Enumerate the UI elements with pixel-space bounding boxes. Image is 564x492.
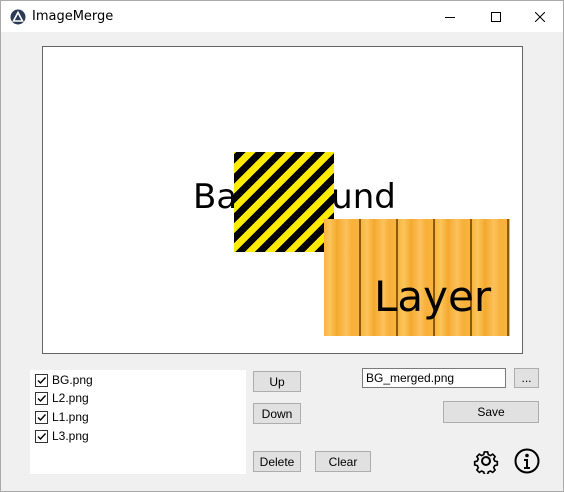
minimize-button[interactable] bbox=[427, 1, 473, 32]
list-item[interactable]: L3.png bbox=[35, 427, 89, 445]
checkmark-icon bbox=[37, 394, 47, 402]
list-item[interactable]: L2.png bbox=[35, 389, 89, 407]
maximize-button[interactable] bbox=[473, 1, 519, 32]
delete-button[interactable]: Delete bbox=[253, 451, 301, 472]
checkmark-icon bbox=[37, 413, 47, 421]
layer-text: Layer bbox=[374, 272, 492, 321]
checkmark-icon bbox=[37, 432, 47, 440]
window-title: ImageMerge bbox=[32, 9, 114, 24]
file-name: L2.png bbox=[52, 391, 89, 405]
gear-icon[interactable] bbox=[473, 448, 499, 474]
close-icon bbox=[535, 11, 545, 22]
file-name: L1.png bbox=[52, 410, 89, 424]
file-name: L3.png bbox=[52, 429, 89, 443]
clear-button[interactable]: Clear bbox=[315, 451, 371, 472]
down-button[interactable]: Down bbox=[253, 403, 301, 424]
list-item[interactable]: L1.png bbox=[35, 408, 89, 426]
browse-button[interactable]: ... bbox=[514, 368, 539, 388]
hazard-stripes-layer bbox=[234, 152, 334, 252]
info-icon[interactable] bbox=[514, 448, 540, 474]
file-name: BG.png bbox=[52, 373, 93, 387]
output-filename-field[interactable]: BG_merged.png bbox=[362, 368, 506, 388]
layer-file-list[interactable]: BG.png L2.png L1.png L3.png bbox=[30, 370, 246, 474]
save-button[interactable]: Save bbox=[443, 401, 539, 423]
layer-checkbox[interactable] bbox=[35, 373, 48, 387]
title-bar: ImageMerge bbox=[1, 1, 563, 32]
layer-checkbox[interactable] bbox=[35, 391, 48, 405]
close-button[interactable] bbox=[517, 1, 563, 32]
maximize-icon bbox=[491, 11, 501, 22]
minimize-icon bbox=[445, 16, 455, 18]
image-preview: Background Layer bbox=[42, 46, 523, 354]
checkmark-icon bbox=[37, 376, 47, 384]
layer-checkbox[interactable] bbox=[35, 410, 48, 424]
layer-checkbox[interactable] bbox=[35, 429, 48, 443]
up-button[interactable]: Up bbox=[253, 371, 301, 392]
list-item[interactable]: BG.png bbox=[35, 371, 93, 389]
app-window: ImageMerge Background Layer BG.png L2.pn… bbox=[0, 0, 564, 492]
app-icon bbox=[10, 9, 26, 25]
